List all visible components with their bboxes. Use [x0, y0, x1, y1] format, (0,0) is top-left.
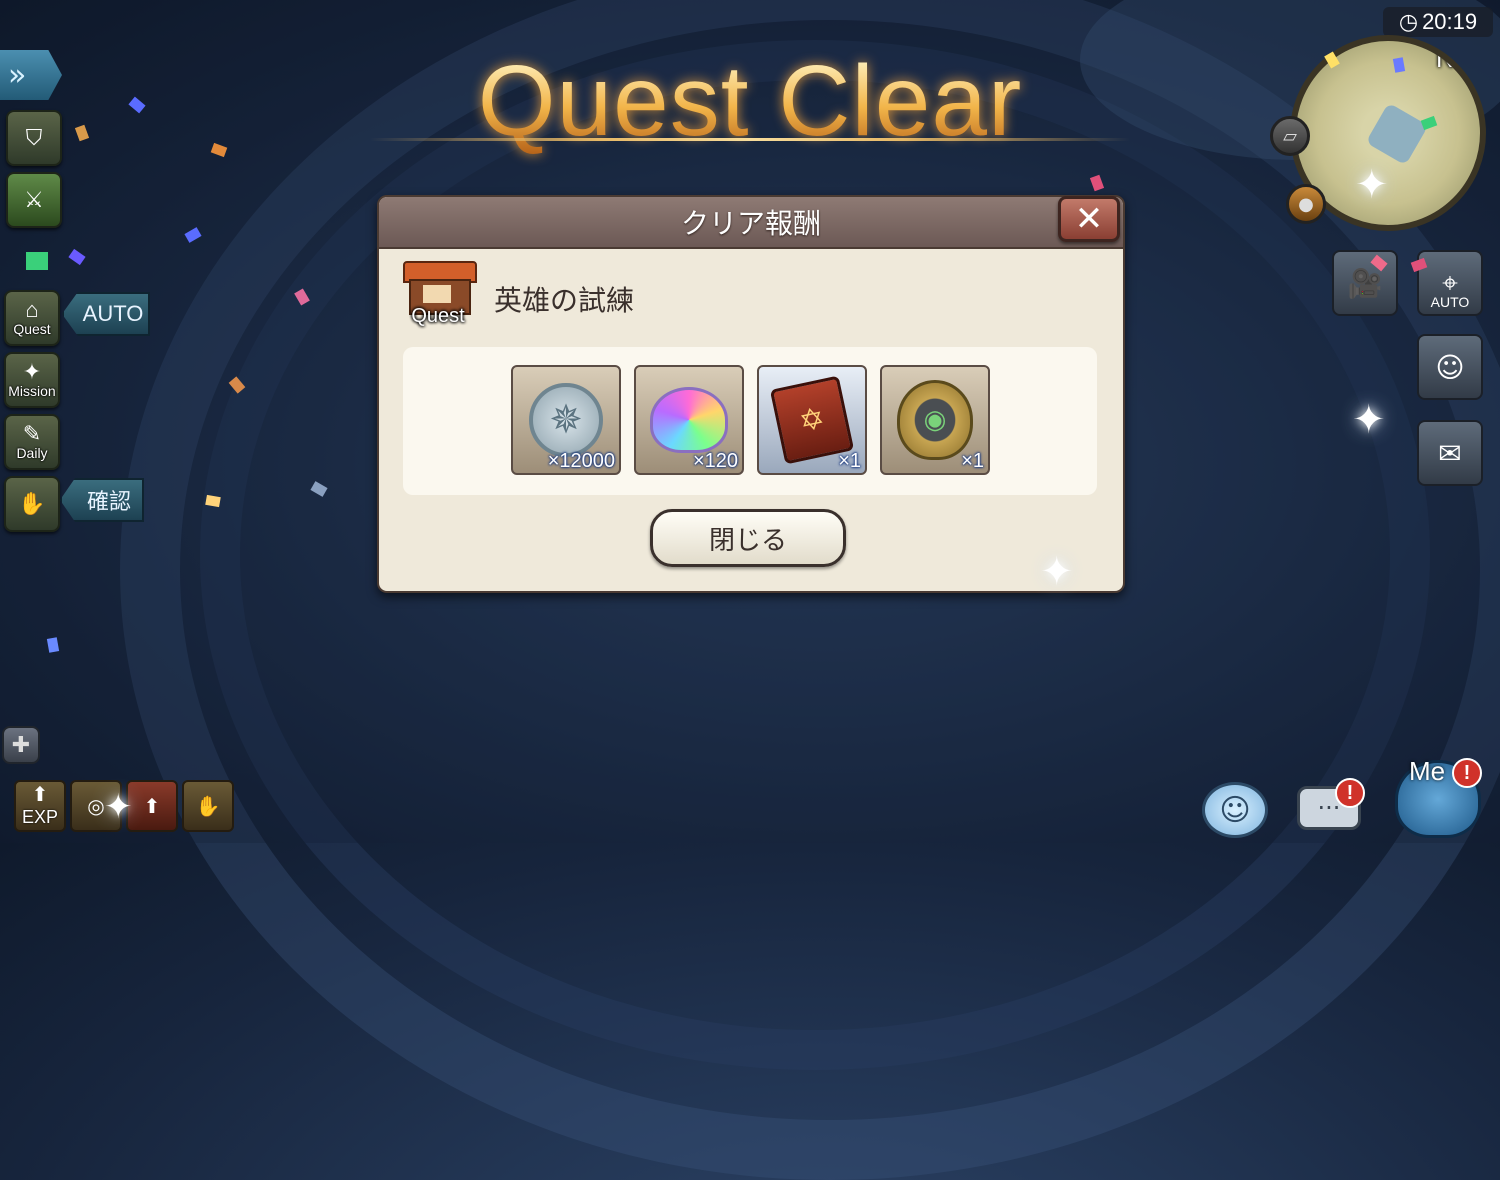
daily-menu-label: Daily [16, 445, 48, 461]
mail-button[interactable]: ✉ [1417, 420, 1483, 486]
sparkle-icon: ✦ [1040, 549, 1074, 595]
camera-button[interactable]: 🎥 [1332, 250, 1398, 316]
sparkle-icon: ✦ [104, 787, 133, 827]
shield-emblem-icon: ◉ [897, 380, 973, 460]
auto-camera-label: AUTO [1430, 294, 1470, 310]
crossed-swords-icon: ⚔ [24, 187, 44, 212]
daily-menu-button[interactable]: ✎ Daily [4, 414, 60, 470]
coin-boost-icon: ◎ [87, 794, 105, 818]
party-button[interactable]: ☺ [1417, 334, 1483, 400]
reward-list: ✵ ×12000 ×120 ✡ ×1 ◉ ×1 [403, 347, 1097, 495]
sparkle-icon: ✦ [1355, 162, 1389, 208]
quest-menu-label: Quest [13, 321, 51, 337]
reward-dialog: クリア報酬 Quest 英雄の試練 ✵ ×12000 ×120 ✡ ×1 ◉ ×… [377, 195, 1125, 593]
reward-item-book[interactable]: ✡ ×1 [757, 365, 867, 475]
arrow-up-icon: ⬆ [31, 782, 49, 806]
me-alert-badge: ! [1452, 758, 1482, 788]
emote-button[interactable]: ☺ [1202, 782, 1268, 838]
mission-menu-button[interactable]: ✦ Mission [4, 352, 60, 408]
reward-item-coin[interactable]: ✵ ×12000 [511, 365, 621, 475]
compass-coin-icon: ✵ [529, 383, 603, 457]
daily-scroll-icon: ✎ [22, 421, 42, 446]
reward-count: ×12000 [547, 450, 615, 472]
gather-boost-button[interactable]: ✋ [182, 780, 234, 832]
drop-boost-button[interactable]: ⬆ [126, 780, 178, 832]
quest-badge-icon: Quest [401, 257, 477, 331]
sparkle-icon: ✦ [1352, 397, 1386, 443]
mission-horn-icon: ✦ [22, 359, 42, 384]
map-icon: ▱ [1283, 125, 1297, 147]
smiley-icon: ☺ [1219, 792, 1251, 828]
auto-camera-button[interactable]: ⌖ AUTO [1417, 250, 1483, 316]
face-icon: ● [1298, 193, 1314, 215]
reward-item-gem[interactable]: ×120 [634, 365, 744, 475]
exp-boost-button[interactable]: ⬆ EXP [14, 780, 66, 832]
me-menu-button[interactable]: Me [1385, 740, 1485, 840]
mission-menu-label: Mission [8, 383, 56, 399]
boot-icon: ⬆ [143, 794, 161, 818]
rainbow-gem-icon [650, 387, 728, 453]
close-icon: ✕ [1074, 199, 1104, 239]
quest-house-icon: ⌂ [25, 297, 39, 322]
exp-label: EXP [21, 807, 59, 827]
character-button[interactable]: ● [1286, 184, 1326, 224]
north-indicator: N [1436, 43, 1455, 73]
dialog-header: クリア報酬 [379, 197, 1123, 249]
minimap-toggle-button[interactable]: ▱ [1270, 116, 1310, 156]
reward-count: ×120 [692, 450, 738, 472]
chat-alert-badge: ! [1335, 778, 1365, 808]
handshake-icon: ✋ [18, 491, 46, 516]
mail-icon: ✉ [1438, 436, 1462, 470]
party-icon: ☺ [1435, 350, 1465, 384]
clock: ◷ 20:19 [1383, 7, 1493, 37]
close-button[interactable]: 閉じる [650, 509, 846, 567]
clock-time: 20:19 [1422, 9, 1478, 34]
add-button[interactable]: ✚ [2, 726, 40, 764]
quest-menu-button[interactable]: ⌂ Quest [4, 290, 60, 346]
reward-count: ×1 [961, 450, 984, 472]
camera-icon: 🎥 [1347, 266, 1383, 300]
reward-item-emblem[interactable]: ◉ ×1 [880, 365, 990, 475]
auto-quest-tag[interactable]: AUTO [62, 292, 150, 336]
me-label: Me [1409, 756, 1446, 786]
confirm-tag[interactable]: 確認 [60, 478, 144, 522]
confetti [26, 252, 48, 270]
hand-icon: ✋ [195, 794, 221, 818]
clock-icon: ◷ [1398, 9, 1419, 34]
title-underline [370, 138, 1130, 141]
quest-name: 英雄の試練 [494, 284, 635, 317]
handshake-menu-button[interactable]: ✋ [4, 476, 60, 532]
map-menu-button[interactable]: ⚔ [6, 172, 62, 228]
plus-icon: ✚ [11, 732, 31, 758]
quest-badge-label: Quest [411, 305, 465, 327]
close-x-button[interactable]: ✕ [1058, 196, 1120, 242]
reward-count: ×1 [838, 450, 861, 472]
